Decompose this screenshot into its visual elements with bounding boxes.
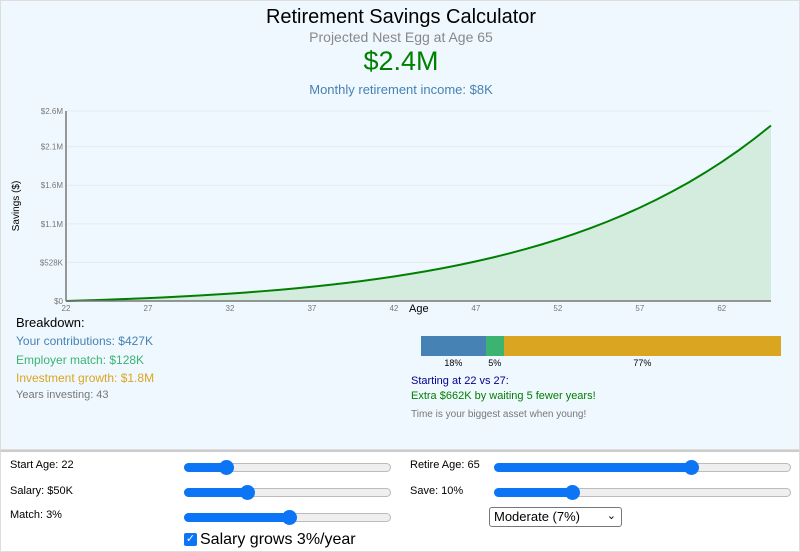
chevron-down-icon: ⌄ xyxy=(606,510,616,522)
slider-thumb[interactable] xyxy=(240,485,256,500)
retire-age-slider[interactable] xyxy=(494,460,791,475)
x-axis-label: Age xyxy=(409,303,429,315)
x-tick-label: 47 xyxy=(471,304,480,313)
breakdown-bar xyxy=(421,336,781,356)
save-label: Save: 10% xyxy=(410,485,464,497)
retire-age-label: Retire Age: 65 xyxy=(410,459,480,471)
breakdown-title: Breakdown: xyxy=(16,315,85,330)
x-tick-label: 57 xyxy=(635,304,644,313)
return-rate-value: Moderate (7%) xyxy=(494,509,580,524)
x-tick-label: 22 xyxy=(62,304,71,313)
y-tick-label: $2.6M xyxy=(41,107,64,116)
y-tick-label: $1.6M xyxy=(41,181,64,190)
compare-extra: Extra $662K by waiting 5 fewer years! xyxy=(411,390,596,402)
salary-label: Salary: $50K xyxy=(10,485,73,497)
y-tick-label: $1.1M xyxy=(41,220,64,229)
return-rate-select[interactable]: Moderate (7%) ⌄ xyxy=(489,507,622,527)
savings-chart: $0$528K$1.1M$1.6M$2.1M$2.6M22 27 32 37 42 47 5… xyxy=(11,107,772,315)
salary-growth-checkbox[interactable]: ✓ xyxy=(184,533,197,546)
slider-thumb[interactable] xyxy=(281,510,297,525)
slider-fill xyxy=(184,513,288,522)
match-label: Match: 3% xyxy=(10,509,62,521)
slider-fill xyxy=(494,488,572,497)
breakdown-segment-label: 77% xyxy=(633,358,652,368)
x-tick-label: 52 xyxy=(553,304,562,313)
match-slider[interactable] xyxy=(184,510,391,525)
x-tick-label: 42 xyxy=(389,304,398,313)
salary-slider[interactable] xyxy=(184,485,391,500)
breakdown-segment-label: 5% xyxy=(488,358,502,368)
years-investing: Years investing: 43 xyxy=(16,389,109,401)
y-tick-label: $528K xyxy=(40,258,64,267)
salary-growth-label[interactable]: Salary grows 3%/year xyxy=(200,531,356,549)
results-panel: Retirement Savings Calculator Projected … xyxy=(0,0,800,450)
x-tick-label: 37 xyxy=(307,304,316,313)
slider-fill xyxy=(184,488,247,497)
start-age-label: Start Age: 22 xyxy=(10,459,74,471)
savings-area xyxy=(66,125,771,301)
start-age-slider[interactable] xyxy=(184,460,391,475)
slider-fill xyxy=(494,463,691,472)
breakdown-segment xyxy=(485,336,504,356)
y-axis-label: Savings ($) xyxy=(11,181,22,232)
y-tick-label: $2.1M xyxy=(41,143,64,152)
contributions: Your contributions: $427K xyxy=(16,334,153,348)
investment-growth: Investment growth: $1.8M xyxy=(16,371,155,385)
breakdown-bar-labels: 18% 5% 77% xyxy=(421,358,781,370)
slider-thumb[interactable] xyxy=(684,460,700,475)
breakdown-segment xyxy=(503,336,781,356)
x-tick-label: 27 xyxy=(144,304,153,313)
breakdown-segment-label: 18% xyxy=(444,358,463,368)
x-tick-label: 62 xyxy=(717,304,726,313)
save-slider[interactable] xyxy=(494,485,791,500)
compare-heading: Starting at 22 vs 27: xyxy=(411,375,509,387)
breakdown-segment xyxy=(421,336,486,356)
x-tick-label: 32 xyxy=(226,304,235,313)
employer-match: Employer match: $128K xyxy=(16,353,145,367)
tip-text: Time is your biggest asset when young! xyxy=(411,409,587,420)
